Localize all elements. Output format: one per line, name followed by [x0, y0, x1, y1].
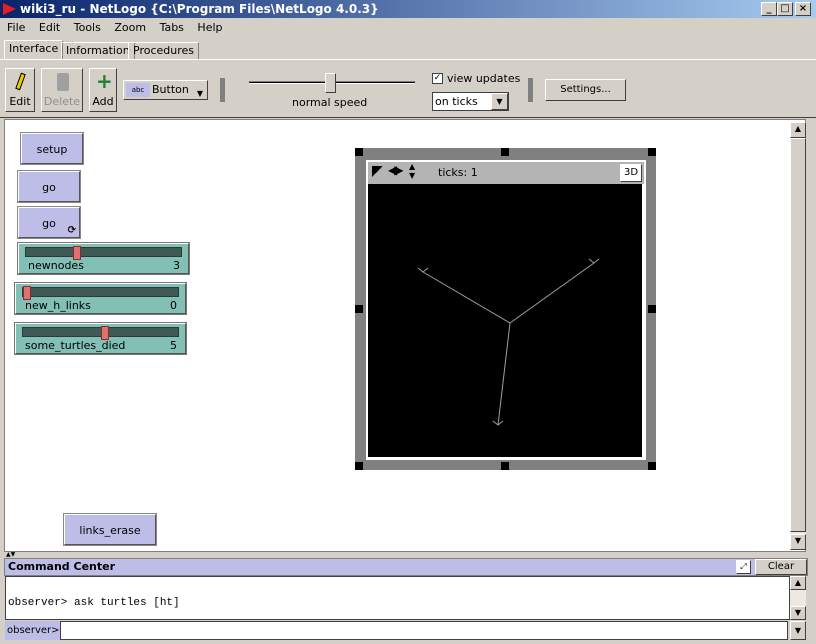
chevron-down-icon: ▼ [196, 89, 203, 98]
turtle-marker [417, 267, 429, 273]
links-erase-button[interactable]: links_erase [63, 513, 157, 546]
arrows-vertical-icon[interactable]: ▲ ▼ [409, 162, 415, 180]
netlogo-logo-icon [3, 3, 16, 15]
scroll-up-icon[interactable]: ▲ [790, 122, 806, 138]
world-view-frame: ◀▶ ▲ ▼ ticks: 1 3D [355, 148, 656, 470]
scroll-down-icon[interactable]: ▼ [790, 534, 806, 550]
turtle-marker [588, 258, 600, 264]
go-forever-button[interactable]: go ⟳ [17, 206, 81, 239]
slider-new-h-links[interactable]: new_h_links 0 [14, 282, 187, 315]
delete-button[interactable]: Delete [41, 68, 83, 112]
slider-some-turtles-died[interactable]: some_turtles_died 5 [14, 322, 187, 355]
command-input[interactable] [60, 621, 788, 640]
toolbar-separator [528, 78, 533, 102]
history-dropdown-icon[interactable]: ▼ [790, 621, 806, 640]
go-button[interactable]: go [17, 170, 81, 203]
setup-button[interactable]: setup [20, 132, 84, 165]
menu-tabs[interactable]: Tabs [160, 21, 184, 34]
update-mode-dropdown[interactable]: on ticks ▼ [432, 92, 509, 111]
edit-button[interactable]: Edit [5, 68, 35, 112]
clear-button[interactable]: Clear [755, 559, 807, 575]
widget-type-dropdown[interactable]: abc Button ▼ [123, 80, 208, 100]
minimize-button[interactable]: _ [761, 2, 777, 16]
vertical-scrollbar[interactable]: ▲ ▼ [790, 122, 806, 550]
settings-button[interactable]: Settings... [545, 79, 626, 101]
add-button[interactable]: + Add [89, 68, 117, 112]
button-widget-icon: abc [126, 83, 150, 97]
network-link [509, 262, 595, 324]
3d-button[interactable]: 3D [620, 164, 642, 182]
maximize-button[interactable]: □ [777, 2, 793, 16]
network-link [497, 322, 511, 426]
command-output: observer> ask turtles [ht] [5, 576, 790, 620]
menu-tools[interactable]: Tools [74, 21, 101, 34]
title-bar: wiki3_ru - NetLogo {C:\Program Files\Net… [0, 0, 816, 18]
slider-newnodes[interactable]: newnodes 3 [17, 242, 190, 275]
pencil-icon [15, 72, 26, 91]
network-link [422, 271, 511, 324]
zoom-icon[interactable] [372, 166, 383, 177]
tab-interface[interactable]: Interface [4, 40, 64, 60]
plus-icon: + [96, 69, 113, 93]
agent-selector[interactable]: observer> [5, 621, 60, 640]
tab-information[interactable]: Information [61, 42, 135, 60]
chevron-down-icon: ▼ [491, 93, 508, 110]
menu-file[interactable]: File [7, 21, 25, 34]
menu-edit[interactable]: Edit [39, 21, 60, 34]
window-title: wiki3_ru - NetLogo {C:\Program Files\Net… [20, 2, 379, 16]
speed-slider-thumb[interactable] [325, 73, 336, 93]
close-button[interactable]: × [795, 2, 811, 16]
tab-procedures[interactable]: Procedures [128, 42, 199, 60]
view-updates-checkbox[interactable]: ✓ [432, 73, 443, 84]
toolbar-separator [220, 78, 225, 102]
expand-icon[interactable]: ⤢ [736, 560, 751, 574]
ticks-counter: ticks: 1 [438, 166, 478, 179]
menu-help[interactable]: Help [197, 21, 222, 34]
view-updates-label: view updates [447, 72, 521, 85]
menu-bar: File Edit Tools Zoom Tabs Help [0, 18, 816, 38]
command-center-header: Command Center ⤢ Clear [4, 558, 808, 576]
output-scrollbar[interactable]: ▲ ▼ [790, 576, 806, 620]
world-view[interactable] [368, 184, 642, 457]
scroll-thumb[interactable] [790, 138, 806, 532]
arrows-horizontal-icon[interactable]: ◀▶ [388, 163, 404, 177]
forever-icon: ⟳ [67, 225, 76, 236]
splitter-arrows-icon[interactable]: ▲▼ [6, 551, 15, 558]
trash-icon [57, 73, 69, 91]
speed-label: normal speed [292, 96, 368, 109]
menu-zoom[interactable]: Zoom [114, 21, 146, 34]
